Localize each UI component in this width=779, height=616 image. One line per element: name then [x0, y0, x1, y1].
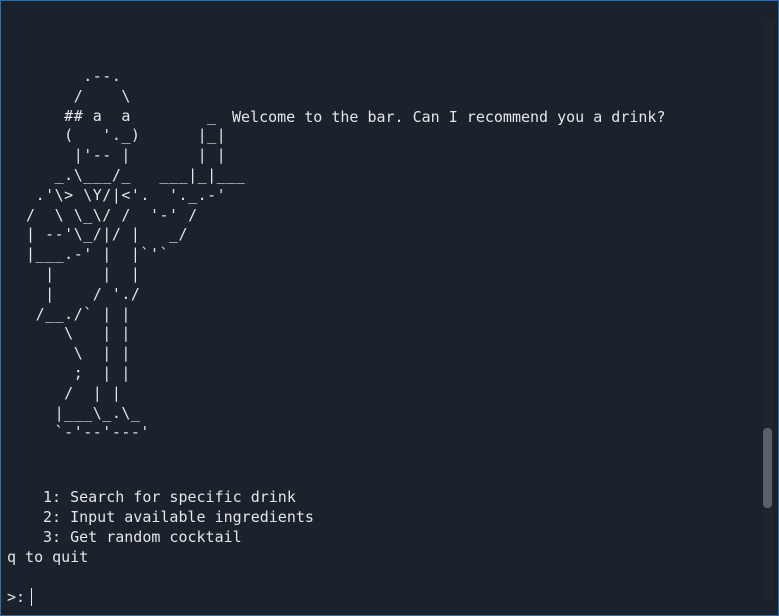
menu-list: 1: Search for specific drink 2: Input av… — [7, 487, 314, 567]
scrollbar-track[interactable] — [763, 21, 774, 601]
terminal-window[interactable]: .--. / \ ## a a _ ( '._) |_| |'-- | | | … — [0, 0, 779, 616]
scrollbar-thumb[interactable] — [763, 428, 772, 508]
quit-hint: q to quit — [7, 548, 89, 566]
text-cursor — [31, 588, 33, 606]
menu-option-ingredients: 2: Input available ingredients — [43, 508, 314, 526]
input-prompt[interactable]: >: — [7, 587, 33, 607]
menu-option-random: 3: Get random cocktail — [43, 528, 242, 546]
prompt-symbol: >: — [7, 588, 26, 606]
menu-option-search: 1: Search for specific drink — [43, 488, 296, 506]
bartender-ascii-art: .--. / \ ## a a _ ( '._) |_| |'-- | | | … — [26, 67, 246, 442]
welcome-message: Welcome to the bar. Can I recommend you … — [232, 108, 666, 126]
